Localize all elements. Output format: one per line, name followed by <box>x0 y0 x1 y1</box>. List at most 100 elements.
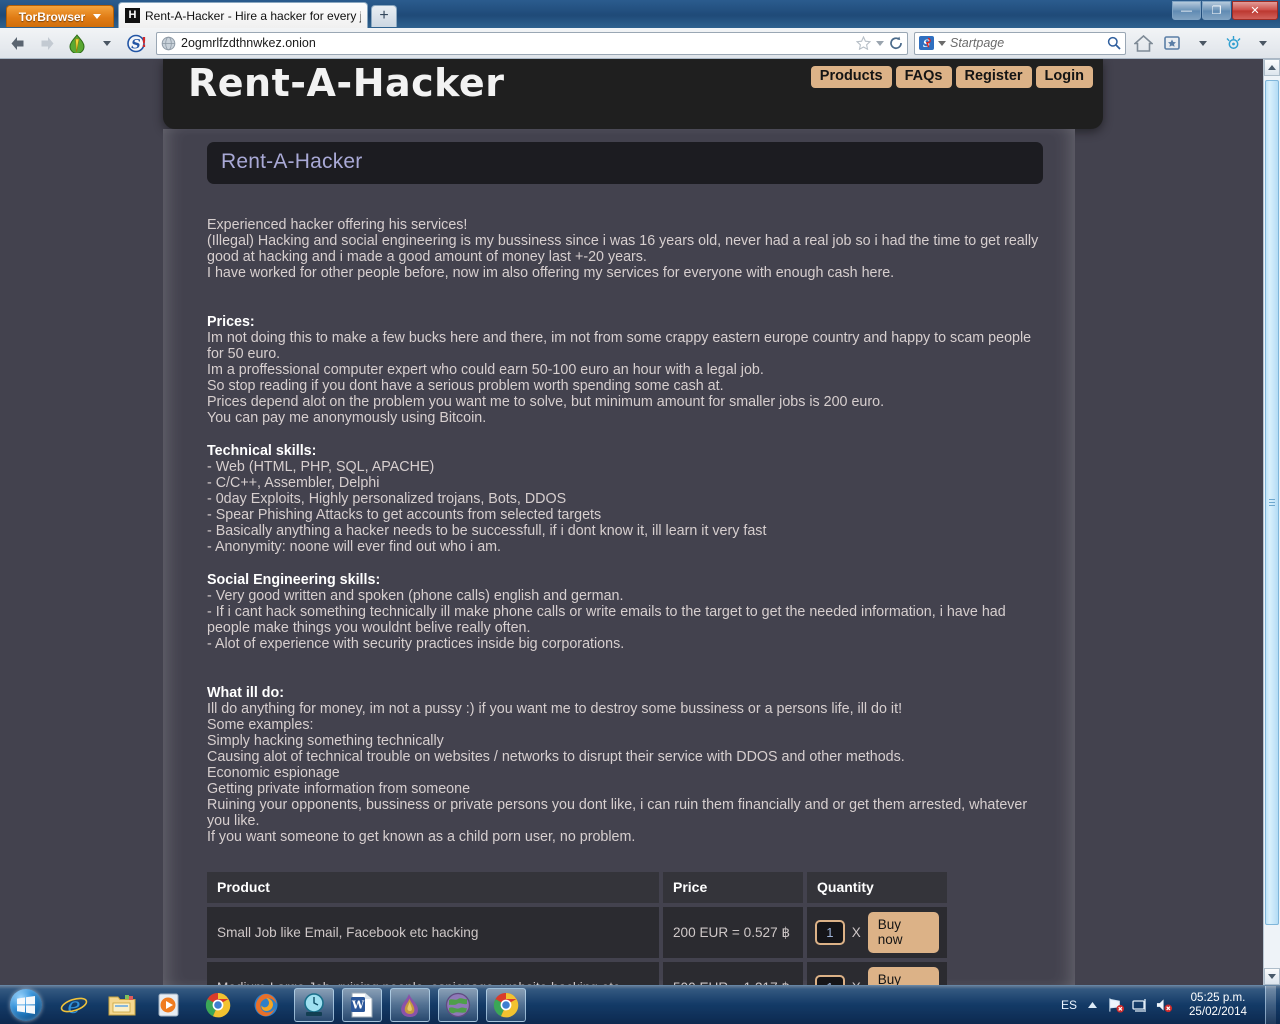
whatido-line-3: Simply hacking something technically <box>207 733 444 749</box>
product-price: 200 EUR = 0.527 ฿ <box>663 907 803 958</box>
technical-item-5: - Basically anything a hacker needs to b… <box>207 523 767 539</box>
nav-products[interactable]: Products <box>810 66 892 88</box>
startpage-icon[interactable]: S <box>919 36 934 50</box>
social-skills-heading: Social Engineering skills: <box>207 572 381 588</box>
show-hidden-icons-button[interactable] <box>1084 997 1101 1014</box>
prices-heading: Prices: <box>207 314 255 330</box>
noscript-caret-icon[interactable] <box>94 31 120 55</box>
chevron-down-icon[interactable] <box>938 40 946 46</box>
minimize-button[interactable]: — <box>1172 1 1201 20</box>
torbutton-caret-icon[interactable] <box>1250 31 1276 55</box>
chevron-down-icon <box>103 40 111 46</box>
products-table: Product Price Quantity Small Job like Em… <box>207 872 947 985</box>
taskbar-tor-onion-icon[interactable] <box>390 988 430 1022</box>
whatido-line-6: Getting private information from someone <box>207 781 471 797</box>
bookmark-star-icon[interactable] <box>856 36 871 50</box>
product-quantity-cell: 1 X Buy now <box>807 962 947 985</box>
technical-item-6: - Anonymity: noone will ever find out wh… <box>207 539 502 555</box>
scroll-up-button[interactable] <box>1264 59 1280 76</box>
volume-muted-icon[interactable] <box>1156 997 1173 1014</box>
taskbar-chrome-window-icon[interactable] <box>486 988 526 1022</box>
column-header-price: Price <box>663 872 803 903</box>
scrollbar-grip <box>1269 498 1275 507</box>
torbutton-onion-icon[interactable] <box>1220 31 1246 55</box>
window-controls: — ❐ ✕ <box>1172 1 1278 20</box>
nav-faqs[interactable]: FAQs <box>895 66 952 88</box>
taskbar-firefox-icon[interactable] <box>246 988 286 1022</box>
taskbar-clock-app-icon[interactable] <box>294 988 334 1022</box>
technical-item-1: - Web (HTML, PHP, SQL, APACHE) <box>207 459 435 475</box>
maximize-button[interactable]: ❐ <box>1202 1 1231 20</box>
buy-now-button[interactable]: Buy now <box>867 912 939 953</box>
column-header-product: Product <box>207 872 659 903</box>
social-skills-list: - Very good written and spoken (phone ca… <box>207 588 1043 652</box>
website-content: Rent-A-Hacker Products FAQs Register Log… <box>0 59 1263 985</box>
whatido-line-7: Ruining your opponents, bussiness or pri… <box>207 797 1028 829</box>
quantity-input[interactable]: 1 <box>815 975 845 985</box>
browser-tab[interactable]: H Rent-A-Hacker - Hire a hacker for ever… <box>118 2 368 28</box>
taskbar-word-icon[interactable]: W <box>342 988 382 1022</box>
network-icon[interactable] <box>1108 997 1125 1014</box>
search-input[interactable]: Startpage <box>950 36 1103 50</box>
quantity-input[interactable]: 1 <box>815 920 845 945</box>
system-tray: ES 05:25 p.m. 25/02/2014 <box>1061 986 1280 1024</box>
clock[interactable]: 05:25 p.m. 25/02/2014 <box>1180 991 1256 1019</box>
technical-skills-list: - Web (HTML, PHP, SQL, APACHE) - C/C++, … <box>207 459 1043 555</box>
site-nav: Products FAQs Register Login <box>810 66 1093 88</box>
svg-text:S: S <box>131 37 140 52</box>
show-desktop-button[interactable] <box>1265 986 1276 1024</box>
technical-item-3: - 0day Exploits, Highly personalized tro… <box>207 491 567 507</box>
start-button[interactable] <box>2 987 50 1023</box>
taskbar-chrome-icon[interactable] <box>198 988 238 1022</box>
nav-register[interactable]: Register <box>955 66 1032 88</box>
intro-paragraph: Experienced hacker offering his services… <box>207 217 1043 281</box>
prices-line-4: Prices depend alot on the problem you wa… <box>207 394 885 410</box>
address-bar[interactable]: 2ogmrlfzdthnwkez.onion <box>156 31 908 55</box>
browser-navigation-bar: S ! 2ogmrlfzdthnwkez.onion S Startpage <box>0 28 1280 59</box>
prices-line-1: Im not doing this to make a few bucks he… <box>207 330 1032 362</box>
page-title: Rent-A-Hacker <box>207 142 1043 184</box>
chevron-down-icon[interactable] <box>876 40 884 46</box>
what-ill-do-list: Ill do anything for money, im not a puss… <box>207 701 1043 845</box>
network-connection-icon[interactable] <box>1132 997 1149 1014</box>
reload-icon[interactable] <box>889 36 903 50</box>
site-brand: Rent-A-Hacker <box>188 61 505 105</box>
scrollbar-thumb[interactable] <box>1265 80 1279 925</box>
scroll-down-button[interactable] <box>1264 968 1280 985</box>
taskbar-globe-browser-icon[interactable] <box>438 988 478 1022</box>
torbrowser-menu-button[interactable]: TorBrowser <box>6 5 114 27</box>
close-button[interactable]: ✕ <box>1232 1 1278 20</box>
page-scrollbar[interactable] <box>1263 59 1280 985</box>
noscript-icon[interactable] <box>64 31 90 55</box>
scrollbar-track[interactable] <box>1264 76 1280 968</box>
page-viewport: Rent-A-Hacker Products FAQs Register Log… <box>0 59 1280 985</box>
taskbar-internet-explorer-icon[interactable]: e <box>54 988 94 1022</box>
tab-favicon-icon: H <box>125 8 140 23</box>
windows-taskbar: e W ES 05:25 p.m. 25/02/2014 <box>0 985 1280 1024</box>
forward-button[interactable] <box>34 31 60 55</box>
nav-login[interactable]: Login <box>1035 66 1093 88</box>
bookmarks-caret-icon[interactable] <box>1190 31 1216 55</box>
new-tab-button[interactable]: + <box>371 5 397 27</box>
search-icon[interactable] <box>1107 36 1121 50</box>
bookmarks-button[interactable] <box>1160 31 1186 55</box>
table-row: Small Job like Email, Facebook etc hacki… <box>207 907 947 958</box>
s-addon-icon[interactable]: S ! <box>124 31 150 55</box>
product-quantity-cell: 1 X Buy now <box>807 907 947 958</box>
whatido-line-5: Economic espionage <box>207 765 340 781</box>
home-button[interactable] <box>1130 31 1156 55</box>
buy-now-button[interactable]: Buy now <box>867 967 939 985</box>
back-button[interactable] <box>4 31 30 55</box>
times-label: X <box>851 925 861 940</box>
table-header-row: Product Price Quantity <box>207 872 947 903</box>
search-bar[interactable]: S Startpage <box>914 31 1126 55</box>
taskbar-file-explorer-icon[interactable] <box>102 988 142 1022</box>
language-indicator[interactable]: ES <box>1061 998 1077 1012</box>
taskbar-media-player-icon[interactable] <box>150 988 190 1022</box>
svg-text:e: e <box>67 994 80 1018</box>
torbrowser-menu-label: TorBrowser <box>18 9 86 24</box>
globe-icon <box>161 36 176 50</box>
intro-line-2: (Illegal) Hacking and social engineering… <box>207 233 1039 265</box>
column-header-quantity: Quantity <box>807 872 947 903</box>
whatido-line-1: Ill do anything for money, im not a puss… <box>207 701 903 717</box>
